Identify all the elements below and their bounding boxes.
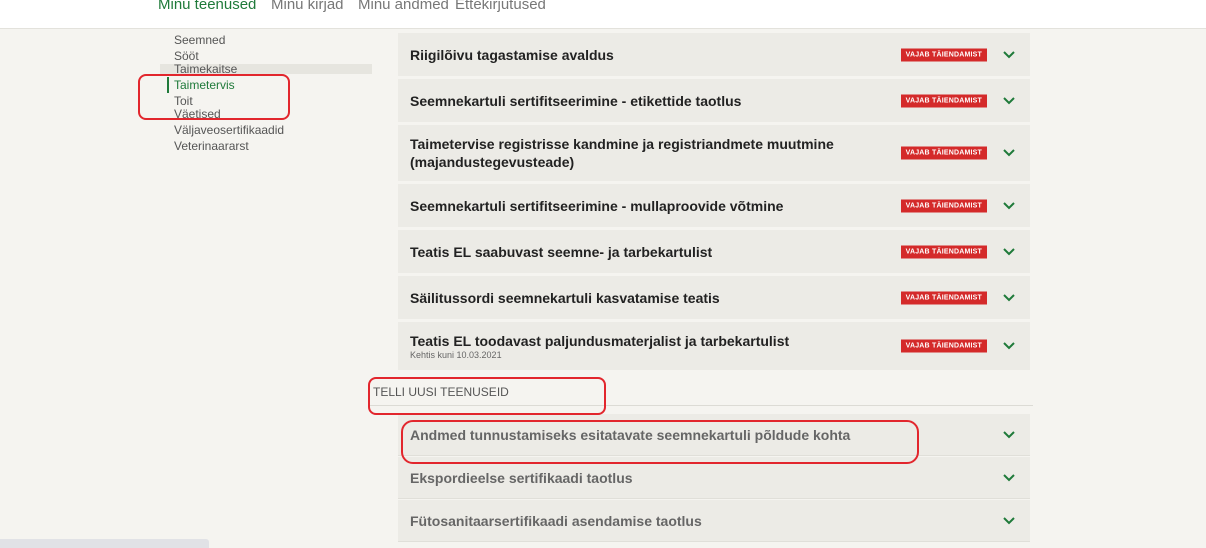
new-service-title: Ekspordieelse sertifikaadi taotlus bbox=[410, 469, 633, 486]
new-service-title: Andmed tunnustamiseks esitatavate seemne… bbox=[410, 426, 851, 443]
status-badge: VAJAB TÄIENDAMIST bbox=[900, 291, 987, 304]
new-services-list: Andmed tunnustamiseks esitatavate seemne… bbox=[398, 414, 1030, 543]
service-row[interactable]: Teatis EL saabuvast seemne- ja tarbekart… bbox=[398, 230, 1030, 273]
service-title: Teatis EL saabuvast seemne- ja tarbekart… bbox=[410, 243, 713, 260]
sidebar-item-taimetervis[interactable]: Taimetervis bbox=[160, 74, 372, 96]
service-row[interactable]: Taimetervise registrisse kandmine ja reg… bbox=[398, 125, 1030, 181]
sidebar-item-vaetised[interactable]: Väetised bbox=[160, 106, 372, 122]
status-badge: VAJAB TÄIENDAMIST bbox=[900, 199, 987, 212]
chevron-down-icon[interactable] bbox=[1002, 148, 1016, 158]
chevron-down-icon[interactable] bbox=[1002, 50, 1016, 60]
service-row[interactable]: Seemnekartuli sertifitseerimine - mullap… bbox=[398, 184, 1030, 227]
chevron-down-icon[interactable] bbox=[1002, 201, 1016, 211]
status-badge: VAJAB TÄIENDAMIST bbox=[900, 245, 987, 258]
status-badge: VAJAB TÄIENDAMIST bbox=[900, 94, 987, 107]
service-title-text: Teatis EL toodavast paljundusmaterjalist… bbox=[410, 332, 790, 349]
status-badge: VAJAB TÄIENDAMIST bbox=[900, 146, 987, 160]
status-badge: VAJAB TÄIENDAMIST bbox=[900, 48, 987, 61]
service-row[interactable]: Riigilõivu tagastamise avaldus VAJAB TÄI… bbox=[398, 33, 1030, 76]
sidebar-item-toit[interactable]: Toit bbox=[160, 96, 372, 106]
service-title: Säilitussordi seemnekartuli kasvatamise … bbox=[410, 289, 720, 306]
service-title: Riigilõivu tagastamise avaldus bbox=[410, 46, 614, 63]
service-title: Taimetervise registrisse kandmine ja reg… bbox=[410, 136, 834, 170]
service-row[interactable]: Säilitussordi seemnekartuli kasvatamise … bbox=[398, 276, 1030, 319]
chevron-down-icon[interactable] bbox=[1002, 516, 1016, 526]
new-service-row[interactable]: Andmed tunnustamiseks esitatavate seemne… bbox=[398, 414, 1030, 456]
sidebar: Seemned Sööt Taimekaitse Taimetervis Toi… bbox=[160, 32, 372, 154]
service-row[interactable]: Seemnekartuli sertifitseerimine - etiket… bbox=[398, 79, 1030, 122]
main-content: Seemned Sööt Taimekaitse Taimetervis Toi… bbox=[0, 28, 1206, 548]
tab-ettekirjutused[interactable]: Ettekirjutused bbox=[455, 0, 546, 13]
sidebar-item-taimekaitse[interactable]: Taimekaitse bbox=[160, 64, 372, 74]
chevron-down-icon[interactable] bbox=[1002, 430, 1016, 440]
service-title: Seemnekartuli sertifitseerimine - etiket… bbox=[410, 92, 742, 109]
tab-minu-andmed[interactable]: Minu andmed bbox=[358, 0, 449, 13]
sidebar-item-soot[interactable]: Sööt bbox=[160, 48, 372, 64]
chevron-down-icon[interactable] bbox=[1002, 293, 1016, 303]
sidebar-item-seemned[interactable]: Seemned bbox=[160, 32, 372, 48]
chevron-down-icon[interactable] bbox=[1002, 473, 1016, 483]
new-services-heading: TELLI UUSI TEENUSEID bbox=[370, 379, 1033, 406]
service-title: Seemnekartuli sertifitseerimine - mullap… bbox=[410, 197, 784, 214]
top-nav: Minu teenused Minu kirjad Minu andmed Et… bbox=[0, 0, 1206, 28]
tab-minu-teenused[interactable]: Minu teenused bbox=[158, 0, 256, 13]
tab-minu-kirjad[interactable]: Minu kirjad bbox=[271, 0, 344, 13]
service-row[interactable]: Teatis EL toodavast paljundusmaterjalist… bbox=[398, 322, 1030, 370]
service-title: Teatis EL toodavast paljundusmaterjalist… bbox=[410, 332, 890, 361]
chevron-down-icon[interactable] bbox=[1002, 247, 1016, 257]
service-subtitle: Kehtis kuni 10.03.2021 bbox=[410, 349, 502, 360]
status-badge: VAJAB TÄIENDAMIST bbox=[900, 339, 987, 353]
new-service-row[interactable]: Ekspordieelse sertifikaadi taotlus bbox=[398, 457, 1030, 499]
new-service-row[interactable]: Fütosanitaarsertifikaadi asendamise taot… bbox=[398, 500, 1030, 542]
chevron-down-icon[interactable] bbox=[1002, 341, 1016, 351]
sidebar-item-veterinaararst[interactable]: Veterinaararst bbox=[160, 138, 372, 154]
sidebar-item-valjaveosertifikaadid[interactable]: Väljaveosertifikaadid bbox=[160, 122, 372, 138]
new-service-title: Fütosanitaarsertifikaadi asendamise taot… bbox=[410, 512, 702, 529]
chevron-down-icon[interactable] bbox=[1002, 96, 1016, 106]
my-services-list: Riigilõivu tagastamise avaldus VAJAB TÄI… bbox=[398, 33, 1030, 373]
